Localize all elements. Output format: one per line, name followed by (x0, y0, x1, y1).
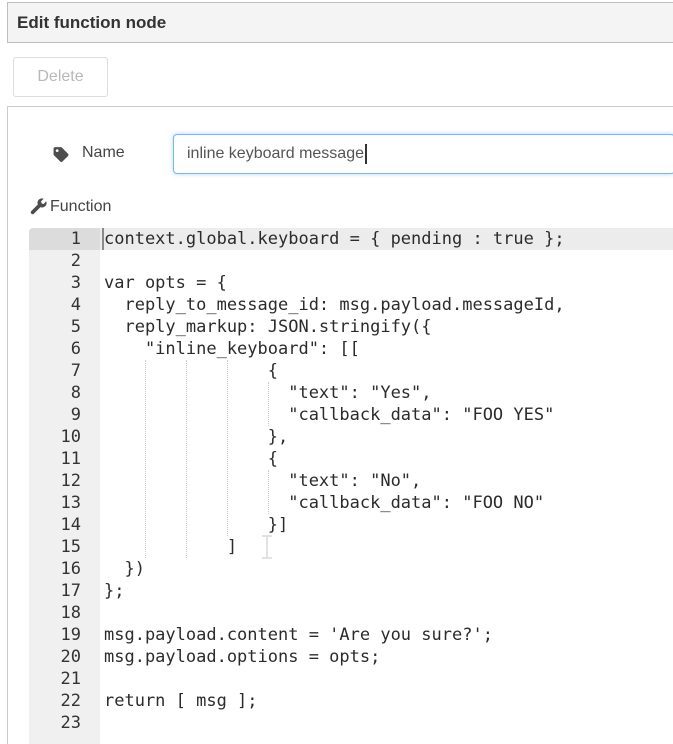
editor-code-area[interactable]: context.global.keyboard = { pending : tr… (100, 228, 673, 744)
dialog-header: Edit function node (7, 2, 673, 43)
name-label: Name (82, 144, 125, 162)
function-code-editor[interactable]: 1234567891011121314151617181920212223 co… (29, 228, 673, 744)
gutter-line-number: 11 (29, 448, 100, 470)
dialog-toolbar: Delete (0, 43, 673, 106)
code-line[interactable]: }) (100, 558, 673, 580)
name-input[interactable]: inline keyboard message (173, 134, 673, 174)
gutter-line-number: 2 (29, 250, 100, 272)
code-line[interactable]: var opts = { (100, 272, 673, 294)
code-line[interactable]: "text": "Yes", (100, 382, 673, 404)
gutter-line-number: 16 (29, 558, 100, 580)
ibeam-mouse-cursor (261, 535, 273, 559)
code-line[interactable]: return [ msg ]; (100, 690, 673, 712)
gutter-line-number: 8 (29, 382, 100, 404)
delete-button[interactable]: Delete (13, 57, 108, 97)
gutter-line-number: 14 (29, 514, 100, 536)
code-line[interactable]: "inline_keyboard": [[ (100, 338, 673, 360)
tag-icon (52, 146, 70, 163)
gutter-line-number: 7 (29, 360, 100, 382)
code-line[interactable]: reply_to_message_id: msg.payload.message… (100, 294, 673, 316)
editor-text-cursor (102, 228, 104, 250)
function-label: Function (50, 198, 111, 216)
editor-gutter: 1234567891011121314151617181920212223 (29, 228, 100, 744)
gutter-line-number: 3 (29, 272, 100, 294)
code-line[interactable]: { (100, 448, 673, 470)
gutter-line-number: 1 (29, 228, 100, 250)
code-line[interactable]: msg.payload.options = opts; (100, 646, 673, 668)
code-line[interactable]: msg.payload.content = 'Are you sure?'; (100, 624, 673, 646)
gutter-line-number: 23 (29, 712, 100, 734)
code-line[interactable]: }, (100, 426, 673, 448)
text-caret (365, 144, 367, 164)
gutter-line-number: 13 (29, 492, 100, 514)
dialog-title: Edit function node (17, 3, 673, 42)
gutter-line-number: 22 (29, 690, 100, 712)
gutter-line-number: 12 (29, 470, 100, 492)
code-line[interactable]: }] (100, 514, 673, 536)
wrench-icon (30, 198, 47, 215)
code-line[interactable]: { (100, 360, 673, 382)
gutter-line-number: 18 (29, 602, 100, 624)
code-line[interactable] (100, 250, 673, 272)
gutter-line-number: 19 (29, 624, 100, 646)
code-line[interactable]: reply_markup: JSON.stringify({ (100, 316, 673, 338)
code-line[interactable]: context.global.keyboard = { pending : tr… (100, 228, 673, 250)
code-line[interactable] (100, 668, 673, 690)
gutter-line-number: 10 (29, 426, 100, 448)
code-line[interactable] (100, 602, 673, 624)
gutter-line-number: 6 (29, 338, 100, 360)
code-line[interactable]: "callback_data": "FOO NO" (100, 492, 673, 514)
code-line[interactable]: "callback_data": "FOO YES" (100, 404, 673, 426)
code-line[interactable]: }; (100, 580, 673, 602)
name-input-value: inline keyboard message (187, 145, 364, 163)
gutter-line-number: 20 (29, 646, 100, 668)
gutter-line-number: 15 (29, 536, 100, 558)
gutter-line-number: 4 (29, 294, 100, 316)
gutter-line-number: 5 (29, 316, 100, 338)
code-line[interactable] (100, 712, 673, 734)
gutter-line-number: 21 (29, 668, 100, 690)
edit-function-dialog: Edit function node Delete Name inline ke… (0, 0, 673, 744)
gutter-line-number: 17 (29, 580, 100, 602)
code-line[interactable]: "text": "No", (100, 470, 673, 492)
gutter-line-number: 9 (29, 404, 100, 426)
code-line[interactable]: ] (100, 536, 673, 558)
